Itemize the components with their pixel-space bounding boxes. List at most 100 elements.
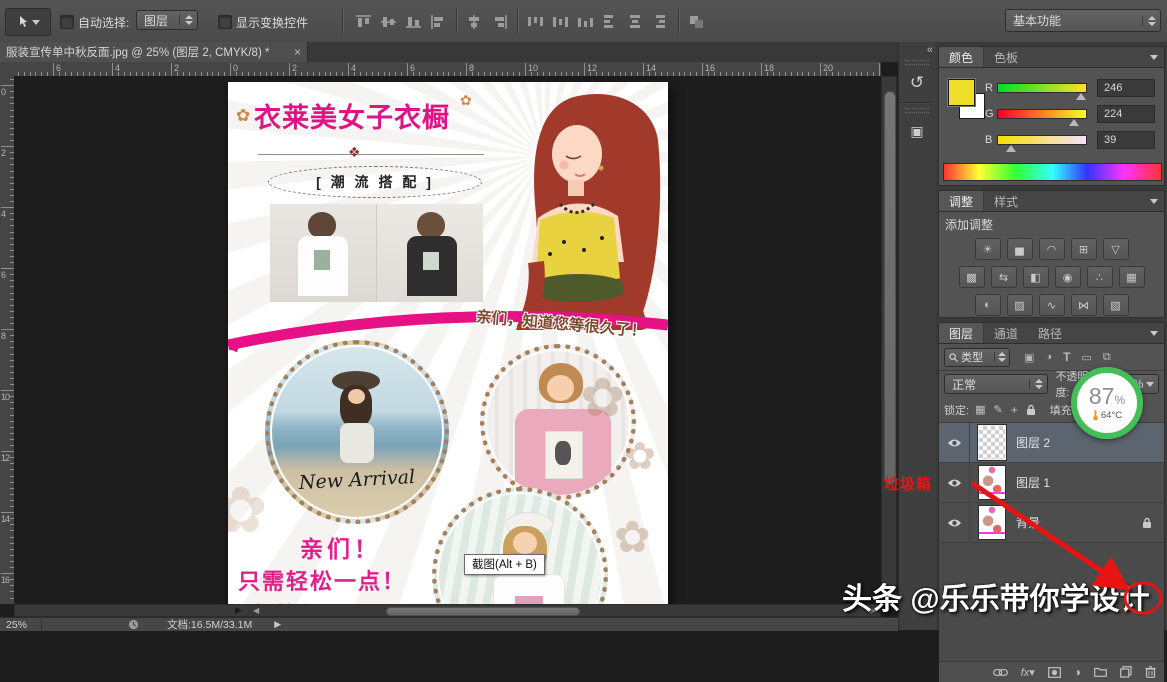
selective-color-icon[interactable]: ⋈	[1071, 294, 1097, 316]
filter-pixel-layers-icon[interactable]: ▣	[1024, 351, 1034, 364]
panel-menu-icon[interactable]	[1150, 191, 1164, 211]
document-tab[interactable]: 服装宣传单中秋反面.jpg @ 25% (图层 2, CMYK/8) * ×	[0, 42, 308, 62]
history-panel-icon[interactable]: ↺	[904, 68, 930, 98]
photo-filter-icon[interactable]: ◉	[1055, 266, 1081, 288]
vertical-scrollbar-thumb[interactable]	[884, 91, 896, 485]
distribute-vertical-centers-icon[interactable]	[552, 14, 569, 29]
tab-styles[interactable]: 样式	[984, 191, 1028, 211]
visibility-toggle[interactable]	[939, 463, 970, 502]
visibility-toggle[interactable]	[939, 423, 970, 462]
add-adjustment-hint: 添加调整	[939, 212, 1164, 233]
align-right-edges-icon[interactable]	[491, 14, 508, 29]
properties-panel-icon[interactable]: ▣	[904, 116, 930, 146]
lock-transparency-icon[interactable]: ▦	[975, 403, 985, 416]
distribute-horizontal-centers-icon[interactable]	[627, 14, 644, 29]
lock-all-icon[interactable]	[1026, 404, 1036, 416]
document-canvas[interactable]: ✿ 衣莱美女子衣橱 ✿ ❖ [ 潮 流 搭 配 ]	[228, 82, 668, 604]
layers-bottom-bar: fx▾ ◑	[939, 661, 1164, 682]
show-transform-checkbox[interactable]	[218, 15, 232, 29]
canvas-flyout-arrow-icon[interactable]: ▶	[235, 605, 242, 616]
vertical-scrollbar[interactable]	[881, 76, 897, 604]
ruler-corner[interactable]	[0, 62, 15, 77]
vibrance-icon[interactable]: ▽	[1103, 238, 1129, 260]
color-spectrum-ramp[interactable]	[943, 163, 1162, 181]
zoom-level-field[interactable]: 25%	[6, 619, 27, 631]
filter-shape-layers-icon[interactable]: ▭	[1081, 351, 1091, 364]
channel-slider-b[interactable]	[997, 135, 1087, 145]
brightness-contrast-icon[interactable]: ☀	[975, 238, 1001, 260]
auto-select-mode-dropdown[interactable]: 图层	[136, 10, 198, 30]
channel-mixer-icon[interactable]: ∴	[1087, 266, 1113, 288]
channel-slider-r[interactable]	[997, 83, 1087, 93]
workspace-switcher[interactable]: 基本功能	[1005, 9, 1161, 32]
status-flyout-arrow-icon[interactable]: ▶	[274, 619, 281, 630]
new-adjustment-layer-icon[interactable]: ◑	[1074, 665, 1081, 679]
threshold-icon[interactable]: ∿	[1039, 294, 1065, 316]
tab-channels[interactable]: 通道	[984, 323, 1028, 343]
tab-paths[interactable]: 路径	[1028, 323, 1072, 343]
scroll-left-arrow-icon[interactable]: ◀	[253, 606, 259, 615]
slider-thumb[interactable]	[1006, 145, 1016, 152]
align-left-edges-icon[interactable]	[430, 14, 447, 29]
align-vertical-centers-icon[interactable]	[380, 14, 397, 29]
auto-align-layers-icon[interactable]	[688, 14, 705, 29]
close-tab-icon[interactable]: ×	[294, 45, 301, 59]
gradient-map-icon[interactable]: ▧	[1103, 294, 1129, 316]
add-layer-mask-icon[interactable]	[1048, 667, 1061, 678]
tab-layers[interactable]: 图层	[939, 323, 984, 343]
layer-style-fx-icon[interactable]: fx▾	[1021, 666, 1035, 679]
channel-value-r[interactable]: 246	[1097, 79, 1155, 97]
lock-position-icon[interactable]: +	[1011, 403, 1018, 417]
link-layers-icon[interactable]	[993, 668, 1008, 677]
exposure-icon[interactable]: ⊞	[1071, 238, 1097, 260]
slider-thumb[interactable]	[1069, 119, 1079, 126]
layer-row-layer1[interactable]: 图层 1	[939, 463, 1164, 503]
panel-menu-icon[interactable]	[1150, 323, 1164, 343]
channel-value-b[interactable]: 39	[1097, 131, 1155, 149]
layer-thumbnail[interactable]	[978, 465, 1006, 500]
new-layer-icon[interactable]	[1120, 666, 1132, 678]
tab-adjustments[interactable]: 调整	[939, 191, 984, 211]
blend-mode-dropdown[interactable]: 正常	[944, 374, 1048, 394]
eye-icon	[947, 438, 962, 448]
lock-pixels-icon[interactable]: ✎	[993, 403, 1002, 416]
distribute-bottom-edges-icon[interactable]	[577, 14, 594, 29]
filter-adjustment-layers-icon[interactable]: ◑	[1045, 351, 1052, 363]
layer-thumbnail[interactable]	[978, 505, 1006, 540]
auto-select-checkbox[interactable]	[60, 15, 74, 29]
posterize-icon[interactable]: ▨	[1007, 294, 1033, 316]
tab-color[interactable]: 颜色	[939, 47, 984, 67]
channel-slider-g[interactable]	[997, 109, 1087, 119]
horizontal-scrollbar-thumb[interactable]	[386, 607, 580, 616]
invert-icon[interactable]: ◐	[975, 294, 1001, 316]
channel-value-g[interactable]: 224	[1097, 105, 1155, 123]
filter-type-layers-icon[interactable]: T	[1063, 350, 1070, 364]
expand-panels-icon[interactable]: «	[927, 44, 931, 56]
color-lookup-icon[interactable]: ▦	[1119, 266, 1145, 288]
horizontal-scrollbar[interactable]: ▶ ◀ ▶	[14, 604, 881, 617]
distribute-top-edges-icon[interactable]	[527, 14, 544, 29]
filter-smart-objects-icon[interactable]: ⧉	[1103, 351, 1111, 364]
levels-icon[interactable]: ▅	[1007, 238, 1033, 260]
align-bottom-edges-icon[interactable]	[405, 14, 422, 29]
color-balance-icon[interactable]: ⇆	[991, 266, 1017, 288]
delete-layer-trash-icon[interactable]	[1145, 666, 1156, 678]
tab-swatches[interactable]: 色板	[984, 47, 1028, 67]
layers-list: 图层 2 图层 1 背景	[939, 423, 1164, 661]
visibility-toggle[interactable]	[939, 503, 970, 542]
layer-row-background[interactable]: 背景	[939, 503, 1164, 543]
distribute-right-edges-icon[interactable]	[652, 14, 669, 29]
align-horizontal-centers-icon[interactable]	[466, 14, 483, 29]
new-group-icon[interactable]	[1094, 667, 1107, 677]
distribute-left-edges-icon[interactable]	[602, 14, 619, 29]
slider-thumb[interactable]	[1076, 93, 1086, 100]
curves-icon[interactable]: ◠	[1039, 238, 1065, 260]
black-white-icon[interactable]: ◧	[1023, 266, 1049, 288]
panel-menu-icon[interactable]	[1150, 47, 1164, 67]
hue-saturation-icon[interactable]: ▩	[959, 266, 985, 288]
layer-thumbnail[interactable]	[978, 425, 1006, 460]
layer-filter-dropdown[interactable]: 类型	[944, 348, 1010, 367]
tool-preset-picker[interactable]	[5, 8, 51, 36]
foreground-color-swatch[interactable]	[948, 79, 975, 106]
align-top-edges-icon[interactable]	[355, 14, 372, 29]
